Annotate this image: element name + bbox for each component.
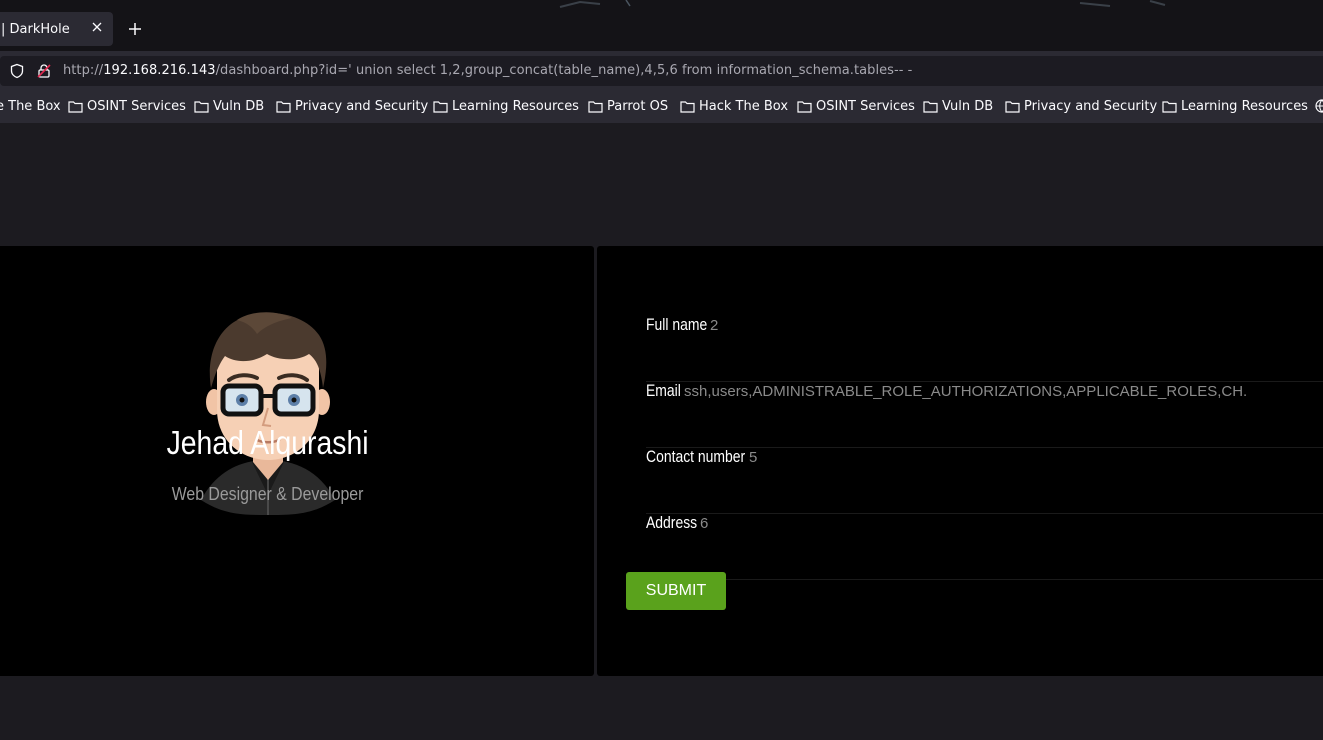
- contact-row: Contact number 5: [646, 447, 1323, 514]
- bookmark-folder[interactable]: Parrot OS: [588, 99, 668, 114]
- bookmark-label: Learning Resources: [452, 99, 579, 114]
- email-value[interactable]: ssh,users,ADMINISTRABLE_ROLE_AUTHORIZATI…: [684, 383, 1254, 400]
- address-row: Address 6: [646, 513, 1323, 580]
- bookmark-label: OSINT Services: [816, 99, 915, 114]
- insecure-lock-icon[interactable]: [36, 63, 52, 79]
- bookmark-folder[interactable]: Learning Resources: [433, 99, 579, 114]
- bookmark-label: Privacy and Security: [295, 99, 429, 114]
- bookmark-folder[interactable]: Hack The Box: [680, 99, 788, 114]
- shield-icon[interactable]: [9, 63, 25, 79]
- email-row: Email ssh,users,ADMINISTRABLE_ROLE_AUTHO…: [646, 381, 1323, 448]
- bookmark-folder[interactable]: Learning Resources: [1162, 99, 1308, 114]
- bookmark-label: Parrot OS: [607, 99, 669, 114]
- url-text[interactable]: http://192.168.216.143/dashboard.php?id=…: [63, 63, 912, 78]
- bookmark-folder[interactable]: Privacy and Security: [276, 99, 428, 114]
- fullname-row: Full name 2: [646, 315, 1323, 382]
- browser-tab[interactable]: | DarkHole: [0, 12, 113, 46]
- tab-bar: | DarkHole: [0, 0, 1323, 51]
- bookmark-folder[interactable]: OSINT Services: [68, 99, 186, 114]
- close-icon[interactable]: [90, 20, 104, 34]
- folder-icon: [1162, 101, 1177, 113]
- bookmark-label: Vuln DB: [213, 99, 265, 114]
- bookmark-label: OSINT Services: [87, 99, 186, 114]
- bookmarks-toolbar: e The Box OSINT Services Vuln DB Privacy…: [0, 91, 1323, 123]
- contact-value[interactable]: 5: [749, 449, 757, 466]
- bookmark-folder[interactable]: Privacy and Security: [1005, 99, 1157, 114]
- bookmark-label: Learning Resources: [1181, 99, 1308, 114]
- bookmark-label: Privacy and Security: [1024, 99, 1158, 114]
- contact-label: Contact number: [646, 447, 746, 466]
- avatar: [201, 312, 335, 515]
- profile-name: Jehad Alqurashi: [166, 424, 369, 461]
- submit-button[interactable]: SUBMIT: [626, 572, 726, 610]
- bookmark-label: Hack The Box: [699, 99, 789, 114]
- folder-icon: [68, 101, 83, 113]
- tab-title: | DarkHole: [1, 21, 70, 37]
- folder-icon: [194, 101, 209, 113]
- bookmark-folder[interactable]: OSINT Services: [797, 99, 915, 114]
- fullname-label: Full name: [646, 315, 708, 334]
- address-value[interactable]: 6: [700, 515, 708, 532]
- url-bar[interactable]: http://192.168.216.143/dashboard.php?id=…: [0, 56, 1323, 86]
- wallpaper-decoration-icon: [559, 0, 1166, 8]
- url-host: 192.168.216.143: [103, 63, 216, 78]
- email-label: Email: [646, 381, 681, 400]
- folder-icon: [923, 101, 938, 113]
- navigation-toolbar: http://192.168.216.143/dashboard.php?id=…: [0, 51, 1323, 91]
- folder-icon: [276, 101, 291, 113]
- folder-icon: [680, 101, 695, 113]
- folder-icon: [433, 101, 448, 113]
- folder-icon: [1005, 101, 1020, 113]
- bookmark-folder[interactable]: Vuln DB: [923, 99, 993, 114]
- bookmark-label: e The Box: [0, 99, 61, 114]
- url-prefix: http://: [63, 63, 104, 78]
- folder-icon: [797, 101, 812, 113]
- globe-icon[interactable]: [1315, 99, 1323, 113]
- address-label: Address: [646, 513, 698, 532]
- bookmark-label: Vuln DB: [942, 99, 994, 114]
- url-path: /dashboard.php?id=' union select 1,2,gro…: [215, 63, 913, 78]
- fullname-value[interactable]: 2: [710, 317, 718, 334]
- bookmark-folder[interactable]: Vuln DB: [194, 99, 264, 114]
- profile-role: Web Designer & Developer: [171, 484, 364, 504]
- folder-icon: [588, 101, 603, 113]
- new-tab-icon[interactable]: [126, 20, 144, 38]
- bookmark-item[interactable]: e The Box: [0, 99, 61, 114]
